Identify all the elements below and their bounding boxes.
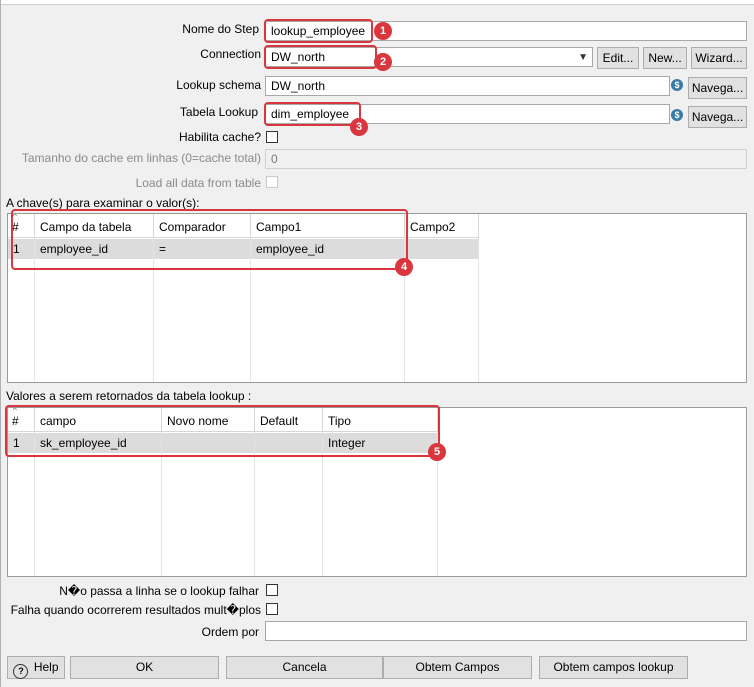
callout-box-table [264,102,361,126]
lookup-schema-label: Lookup schema [176,78,261,92]
get-fields-button[interactable]: Obtem Campos [383,656,532,679]
keys-section-label: A chave(s) para examinar o valor(s): [6,196,200,210]
title-bar-strip [0,0,754,5]
step-name-label: Nome do Step [182,22,259,36]
help-icon: ? [13,664,29,679]
enable-cache-checkbox[interactable] [266,131,278,143]
no-pass-label: N�o passa a linha se o lookup falhar [59,584,259,598]
no-pass-checkbox[interactable] [266,584,278,596]
wizard-button[interactable]: Wizard... [691,47,747,69]
fail-multiple-checkbox[interactable] [266,603,278,615]
fail-multiple-label: Falha quando ocorrerem resultados mult�p… [10,603,261,617]
chevron-down-icon: ▼ [578,52,588,63]
help-button[interactable]: ? Help [7,656,65,679]
order-by-input[interactable] [265,621,747,641]
left-border [0,0,1,687]
callout-box-keys [11,209,408,270]
cache-size-label: Tamanho do cache em linhas (0=cache tota… [21,151,261,165]
callout-box-step-name [264,19,373,43]
callout-box-values [5,405,440,457]
variable-icon: $ [671,109,683,121]
table-lookup-label: Tabela Lookup [179,105,258,119]
load-all-checkbox[interactable] [266,176,278,188]
callout-badge-3: 3 [350,118,368,136]
order-by-label: Ordem por [201,625,259,639]
callout-box-connection [264,45,377,69]
callout-badge-4: 4 [395,258,413,276]
cancel-button[interactable]: Cancela [226,656,383,679]
load-all-label: Load all data from table [135,176,261,190]
variable-icon: $ [671,79,683,91]
new-connection-button[interactable]: New... [643,47,687,69]
connection-label: Connection [200,47,261,61]
lookup-schema-input[interactable]: DW_north [265,76,670,96]
get-lookup-fields-button[interactable]: Obtem campos lookup [539,656,688,679]
keys-row-field2[interactable] [405,239,478,259]
cache-size-input[interactable]: 0 [265,149,747,169]
keys-header-field2[interactable]: Campo2 [405,214,479,238]
browse-table-button[interactable]: Navega... [688,106,747,128]
column-divider [478,238,479,382]
enable-cache-label: Habilita cache? [178,130,261,144]
callout-badge-1: 1 [374,22,392,40]
edit-connection-button[interactable]: Edit... [597,47,639,69]
ok-button[interactable]: OK [70,656,219,679]
callout-badge-2: 2 [374,53,392,71]
browse-schema-button[interactable]: Navega... [688,77,747,99]
values-section-label: Valores a serem retornados da tabela loo… [6,389,252,403]
callout-badge-5: 5 [428,443,446,461]
